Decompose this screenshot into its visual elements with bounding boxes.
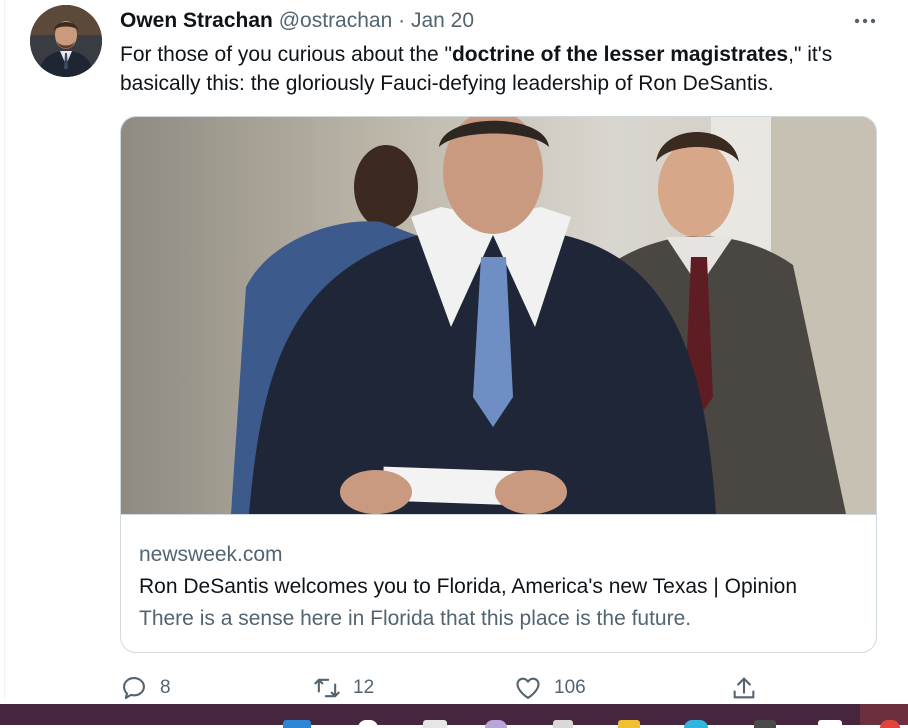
card-text: newsweek.com Ron DeSantis welcomes you t…: [139, 539, 859, 635]
tweet-date[interactable]: Jan 20: [411, 9, 474, 32]
card-domain: newsweek.com: [139, 543, 283, 566]
share-button[interactable]: [730, 671, 770, 705]
reply-icon: [123, 677, 145, 699]
tweet-actions: 8 12 106: [0, 671, 908, 705]
app-icon-3[interactable]: [754, 720, 776, 728]
reply-button[interactable]: 8: [120, 671, 171, 705]
card-description: There is a sense here in Florida that th…: [139, 607, 692, 630]
author-avatar[interactable]: [30, 5, 102, 77]
app-icon-5[interactable]: [880, 720, 900, 728]
card-title: Ron DeSantis welcomes you to Florida, Am…: [139, 575, 798, 598]
os-taskbar: [0, 704, 908, 728]
like-count: 106: [554, 677, 586, 698]
avatar-photo: [30, 5, 102, 77]
link-preview-card[interactable]: newsweek.com Ron DeSantis welcomes you t…: [120, 116, 877, 653]
retweet-button[interactable]: 12: [313, 671, 374, 705]
share-icon: [733, 677, 755, 699]
header-separator: ·: [392, 9, 411, 32]
tweet-text: For those of you curious about the "doct…: [120, 40, 880, 98]
card-divider: [121, 514, 876, 515]
app-icon-1[interactable]: [485, 720, 507, 728]
browser-icon[interactable]: [684, 720, 708, 728]
retweet-count: 12: [353, 677, 375, 698]
retweet-icon: [314, 678, 340, 698]
tweet-text-bold: doctrine of the lesser magistrates: [451, 43, 789, 66]
tweet-header: Owen Strachan @ostrachan · Jan 20: [120, 8, 474, 34]
tweet-left-border: [4, 0, 5, 700]
author-name[interactable]: Owen Strachan: [120, 9, 273, 32]
task-view-icon[interactable]: [423, 720, 447, 728]
like-button[interactable]: 106: [514, 671, 586, 705]
heart-icon: [516, 677, 540, 699]
folder-icon[interactable]: [618, 720, 640, 728]
app-icon-4[interactable]: [818, 720, 842, 728]
author-handle[interactable]: @ostrachan: [279, 9, 393, 32]
windows-icon[interactable]: [283, 720, 311, 728]
tweet-text-start: For those of you curious about the ": [120, 43, 452, 66]
app-icon-2[interactable]: [553, 720, 573, 728]
more-icon[interactable]: [850, 6, 880, 36]
search-icon[interactable]: [358, 720, 378, 728]
link-preview-image: [121, 117, 876, 514]
reply-count: 8: [160, 677, 171, 698]
